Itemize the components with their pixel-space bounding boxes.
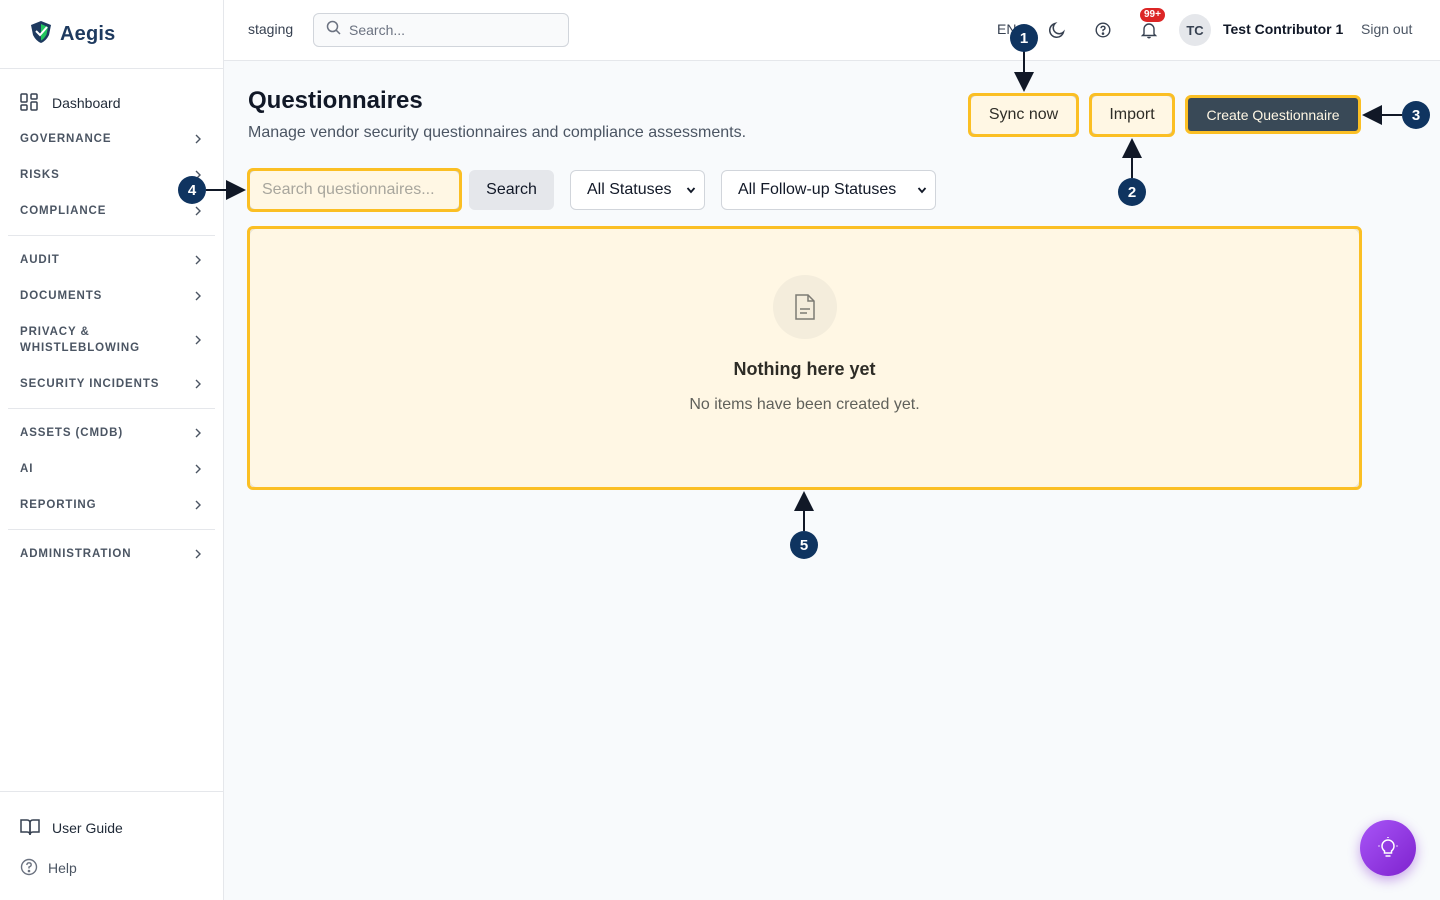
sidebar-item-label: GOVERNANCE (20, 133, 112, 145)
topbar: staging EN 99+ TC Test Contributor 1 Sig… (224, 0, 1440, 61)
search-icon (326, 20, 341, 40)
empty-state: Nothing here yet No items have been crea… (249, 228, 1360, 488)
sidebar-item-dashboard[interactable]: Dashboard (8, 85, 215, 121)
chevron-right-icon (195, 464, 201, 474)
help-label: Help (48, 860, 77, 876)
sidebar-item-label: AUDIT (20, 254, 60, 266)
lightbulb-icon (1378, 837, 1398, 857)
moon-icon (1049, 22, 1065, 38)
dashboard-grid-icon (20, 92, 38, 114)
status-filter-select[interactable]: All Statuses (570, 170, 705, 210)
sidebar-item-label: SECURITY INCIDENTS (20, 378, 160, 390)
nav-divider (8, 235, 215, 236)
notification-badge: 99+ (1140, 8, 1165, 22)
avatar[interactable]: TC (1179, 14, 1211, 46)
sidebar: Aegis Dashboard GOVERNANCE RISKS COMPLIA… (0, 0, 224, 900)
sidebar-item-label: RISKS (20, 169, 60, 181)
help-link[interactable]: Help (20, 848, 203, 888)
followup-filter-select[interactable]: All Follow-up Statuses (721, 170, 936, 210)
user-name[interactable]: Test Contributor 1 (1223, 21, 1343, 37)
chevron-right-icon (195, 335, 201, 345)
sidebar-item-label: COMPLIANCE (20, 205, 107, 217)
global-search-input[interactable] (349, 22, 549, 38)
sidebar-item-security-incidents[interactable]: SECURITY INCIDENTS (8, 366, 215, 402)
chevron-right-icon (195, 291, 201, 301)
chevron-right-icon (195, 428, 201, 438)
notifications-button[interactable] (1138, 19, 1160, 41)
callout-2: 2 (1118, 178, 1146, 206)
aegis-shield-icon (30, 20, 52, 49)
help-button[interactable] (1092, 19, 1114, 41)
create-questionnaire-button[interactable]: Create Questionnaire (1187, 97, 1359, 132)
question-circle-icon (1095, 22, 1111, 38)
chevron-right-icon (195, 500, 201, 510)
callout-3: 3 (1402, 101, 1430, 129)
sidebar-item-label: REPORTING (20, 499, 97, 511)
sidebar-item-label: PRIVACY & WHISTLEBLOWING (20, 326, 140, 354)
sidebar-item-ai[interactable]: AI (8, 451, 215, 487)
sidebar-item-administration[interactable]: ADMINISTRATION (8, 536, 215, 572)
sidebar-item-governance[interactable]: GOVERNANCE (8, 121, 215, 157)
callout-5: 5 (790, 531, 818, 559)
status-filter-value: All Statuses (587, 181, 672, 198)
sync-now-button[interactable]: Sync now (970, 95, 1077, 135)
sidebar-item-privacy[interactable]: PRIVACY & WHISTLEBLOWING (8, 314, 215, 366)
help-circle-icon (20, 858, 38, 879)
chevron-down-icon (686, 187, 696, 194)
chevron-right-icon (195, 379, 201, 389)
theme-toggle[interactable] (1046, 19, 1068, 41)
sidebar-item-audit[interactable]: AUDIT (8, 242, 215, 278)
page-subtitle: Manage vendor security questionnaires an… (248, 124, 747, 141)
brand-name: Aegis (60, 22, 116, 45)
chevron-right-icon (195, 134, 201, 144)
sidebar-footer: User Guide Help (0, 791, 223, 900)
sidebar-item-label: Dashboard (52, 95, 121, 111)
nav-divider (8, 408, 215, 409)
empty-state-title: Nothing here yet (733, 359, 876, 379)
bell-icon (1140, 23, 1158, 39)
sidebar-item-label: ASSETS (CMDB) (20, 427, 124, 439)
followup-filter-value: All Follow-up Statuses (738, 181, 897, 198)
questionnaire-search-input[interactable] (249, 170, 460, 210)
import-button[interactable]: Import (1091, 95, 1173, 135)
sidebar-item-reporting[interactable]: REPORTING (8, 487, 215, 523)
sidebar-nav: Dashboard GOVERNANCE RISKS COMPLIANCE AU… (0, 85, 223, 572)
chevron-down-icon (917, 187, 927, 194)
chevron-right-icon (195, 206, 201, 216)
callout-1: 1 (1010, 24, 1038, 52)
sign-out-link[interactable]: Sign out (1361, 21, 1412, 37)
environment-label: staging (248, 21, 294, 37)
chevron-right-icon (195, 549, 201, 559)
global-search[interactable] (313, 13, 569, 47)
document-icon (773, 275, 837, 339)
page-title: Questionnaires (248, 87, 423, 114)
sidebar-item-label: DOCUMENTS (20, 290, 103, 302)
search-button[interactable]: Search (469, 170, 554, 210)
sidebar-item-label: AI (20, 463, 34, 475)
empty-state-message: No items have been created yet. (689, 396, 920, 413)
user-guide-label: User Guide (52, 820, 123, 836)
sidebar-item-assets[interactable]: ASSETS (CMDB) (8, 415, 215, 451)
assistant-fab[interactable] (1360, 820, 1416, 876)
chevron-right-icon (195, 255, 201, 265)
brand[interactable]: Aegis (0, 0, 223, 69)
user-guide-link[interactable]: User Guide (20, 808, 203, 848)
sidebar-item-documents[interactable]: DOCUMENTS (8, 278, 215, 314)
callout-4: 4 (178, 176, 206, 204)
sidebar-item-label: ADMINISTRATION (20, 548, 132, 560)
book-icon (20, 818, 40, 839)
nav-divider (8, 529, 215, 530)
